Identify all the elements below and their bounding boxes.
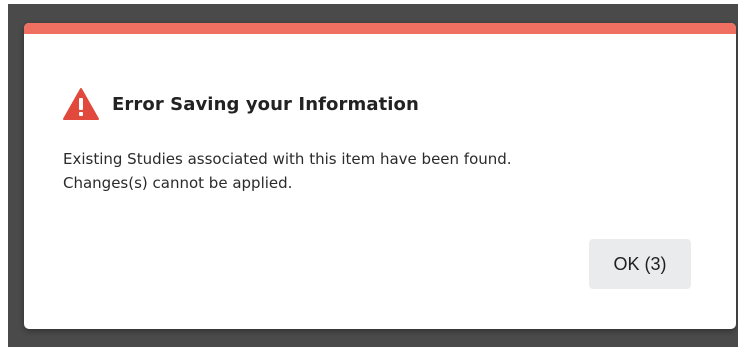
message-line: Changes(s) cannot be applied. [63, 174, 293, 192]
warning-icon [62, 87, 100, 121]
message-line: Existing Studies associated with this it… [63, 150, 512, 168]
dialog-accent-bar [24, 23, 736, 34]
ok-button[interactable]: OK (3) [589, 239, 691, 289]
error-dialog: Error Saving your Information Existing S… [24, 23, 736, 329]
dialog-header: Error Saving your Information [62, 86, 419, 122]
dialog-message: Existing Studies associated with this it… [63, 147, 512, 195]
dialog-title: Error Saving your Information [112, 93, 419, 115]
